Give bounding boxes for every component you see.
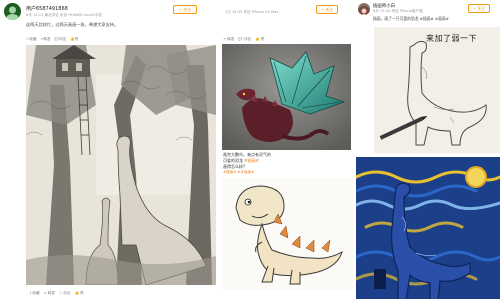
caption-line-2-text: 可爱的恐龙 <box>223 158 245 163</box>
post-text: 这两天比较忙，过两天画画一张，希望大家支持。 <box>26 22 119 27</box>
user-avatar[interactable] <box>4 3 21 20</box>
like-action[interactable]: 👍 赞 <box>255 37 264 42</box>
caption-hashtags[interactable]: #插画# #手绘画# <box>223 170 254 175</box>
avatar-image <box>4 3 21 20</box>
like-action[interactable]: 👍赞 <box>70 37 78 42</box>
post-image-starry-night-dinosaur[interactable] <box>356 157 500 299</box>
post-meta: 6月 14:15 最近评论 来自 HUAWEI nova3手机 <box>26 13 103 17</box>
avatar-image <box>358 6 370 15</box>
winged-dragon-illustration <box>222 44 351 150</box>
like-action-bottom[interactable]: 👍 赞 <box>75 291 84 297</box>
handwritten-caption: 来加了弱一下 <box>426 34 477 43</box>
follow-button[interactable]: + 关注 <box>316 5 338 14</box>
caption-tag[interactable]: #插画# <box>244 158 259 163</box>
pencil-treehouse-dinosaur-illustration <box>26 45 216 285</box>
post-meta: 6月 15:20 来自 iPhone客户端 <box>373 9 423 13</box>
dinosaur-sketch-on-paper <box>374 27 500 153</box>
comment-action-bottom[interactable]: ☆ 评论 <box>59 291 71 297</box>
comment-action[interactable]: 💬 评论 <box>238 37 251 42</box>
starry-night-style-dinosaur <box>356 157 500 299</box>
user-avatar[interactable] <box>358 3 370 15</box>
post-username[interactable]: 用户6587491868 <box>26 5 68 12</box>
post-card-2: 1日 14:35 来自 iPhone XS Max + 关注 ↗ 转发 💬 评论… <box>219 0 354 301</box>
post-actions-bottom: ⭳ 收藏 ↗ 转发 ☆ 评论 👍 赞 <box>30 291 84 297</box>
post-image-pencil-sketch[interactable]: 来加了弱一下 <box>374 27 500 153</box>
cartoon-dinosaur-sketch <box>222 178 353 290</box>
post-card-1: 用户6587491868 6月 14:15 最近评论 来自 HUAWEI nov… <box>0 0 218 301</box>
favorite-action[interactable]: ☆收藏 <box>26 37 36 42</box>
post-image-dragon[interactable] <box>222 44 351 150</box>
post-image-pencil-drawing[interactable] <box>26 45 216 285</box>
repost-action-bottom[interactable]: ↗ 转发 <box>44 291 55 297</box>
post-text: 插画，画了一只可爱的恐龙 #插画# #画画# <box>373 16 449 21</box>
repost-action[interactable]: ↗ 转发 <box>223 37 234 42</box>
post-actions-top: ↗ 转发 💬 评论 👍 赞 <box>223 37 264 42</box>
follow-button[interactable]: + 关注 <box>468 4 490 13</box>
follow-button[interactable]: + 关注 <box>173 5 197 14</box>
post-actions-top: ☆收藏 ↗转发 💬评论 👍赞 <box>26 37 78 42</box>
repost-action[interactable]: ↗转发 <box>40 37 50 42</box>
post-card-3: 插画师小白 6月 15:20 来自 iPhone客户端 + 关注 插画，画了一只… <box>354 0 500 301</box>
favorite-action-bottom[interactable]: ⭳ 收藏 <box>30 291 40 297</box>
post-image-cartoon-dinosaur[interactable] <box>222 178 353 290</box>
comment-action[interactable]: 💬评论 <box>55 37 67 42</box>
post-meta: 1日 14:35 来自 iPhone XS Max <box>225 10 279 14</box>
